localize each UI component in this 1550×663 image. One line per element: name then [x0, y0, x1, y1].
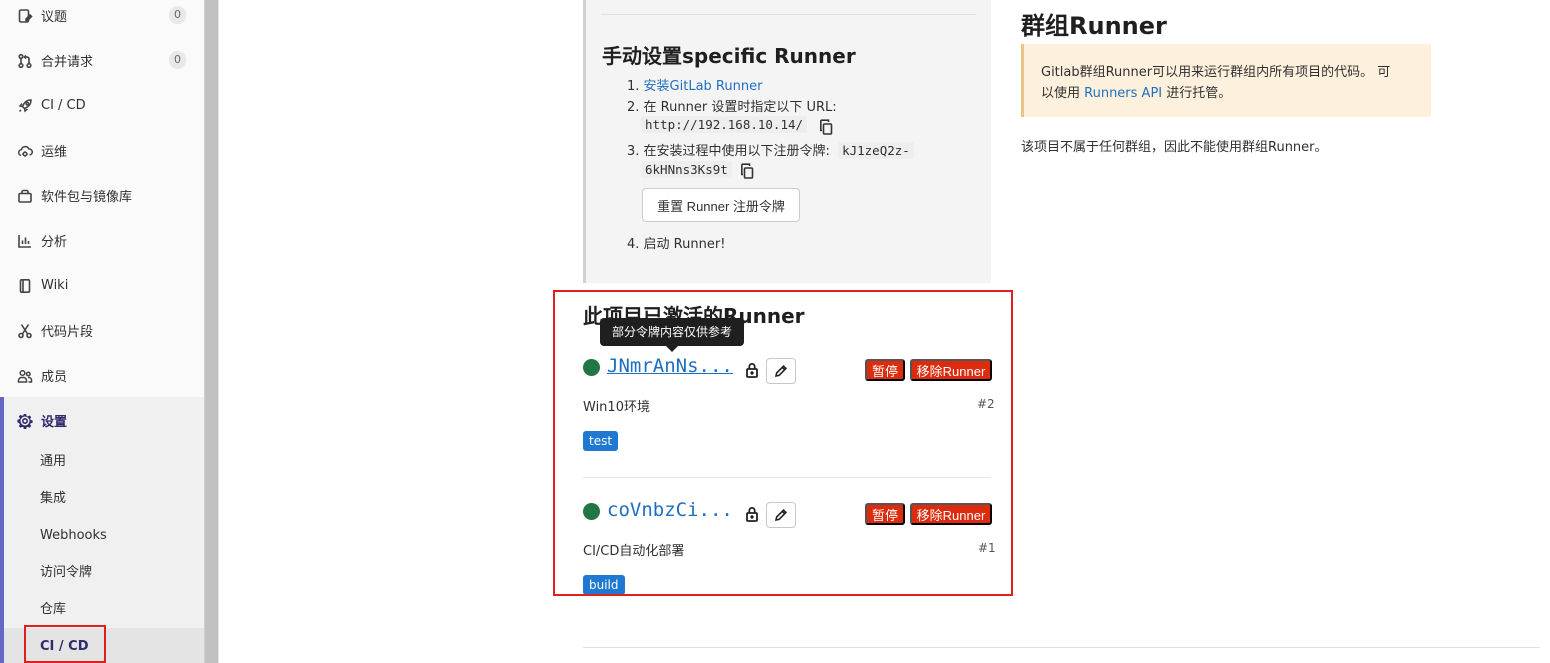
step-2-text: 在 Runner 设置时指定以下 URL:: [643, 100, 837, 115]
registration-token-row: 6kHNns3Ks9t: [641, 161, 732, 178]
runner-url: http://192.168.10.14/: [641, 116, 808, 133]
runner-url-row: http://192.168.10.14/: [641, 116, 808, 133]
cloud-gear-icon: [16, 142, 34, 160]
merge-requests-count-badge: 0: [169, 51, 186, 69]
highlight-box-active-runners: [553, 290, 1013, 596]
notice-text-prefix: 以使用: [1041, 86, 1085, 101]
highlight-box-ci-cd: [24, 625, 106, 663]
sidebar-item-label: 运维: [41, 145, 68, 160]
package-icon: [16, 187, 34, 205]
sidebar-item-label: 设置: [41, 415, 68, 430]
group-runner-title: 群组Runner: [1021, 12, 1167, 40]
step-number: 2.: [627, 100, 640, 115]
sidebar-item-packages[interactable]: 软件包与镜像库: [0, 173, 204, 218]
registration-token-part1: kJ1zeQ2z-: [838, 142, 914, 159]
sidebar-item-members[interactable]: 成员: [0, 353, 204, 398]
notice-line-1: Gitlab群组Runner可以用来运行群组内所有项目的代码。 可: [1041, 65, 1391, 80]
sidebar-item-analytics[interactable]: 分析: [0, 218, 204, 263]
group-runner-note: 该项目不属于任何群组，因此不能使用群组Runner。: [1021, 140, 1328, 155]
sidebar-item-label: 代码片段: [41, 325, 94, 340]
settings-sub-webhooks[interactable]: Webhooks: [40, 526, 107, 546]
sidebar-item-issues[interactable]: 议题 0: [0, 0, 204, 38]
notice-text-suffix: 进行托管。: [1162, 86, 1232, 101]
gear-icon: [16, 412, 34, 430]
sidebar-item-label: Wiki: [41, 278, 69, 293]
registration-token-part2: 6kHNns3Ks9t: [641, 161, 732, 178]
step-4: 4. 启动 Runner!: [627, 233, 725, 252]
section-divider: [583, 647, 1540, 648]
sidebar-divider: [218, 0, 219, 663]
sidebar-item-ci-cd[interactable]: CI / CD: [0, 83, 204, 128]
step-3-text: 在安装过程中使用以下注册令牌:: [643, 144, 830, 159]
sidebar-item-settings[interactable]: 设置: [0, 398, 204, 443]
settings-sub-general[interactable]: 通用: [40, 452, 66, 472]
sidebar-item-merge-requests[interactable]: 合并请求 0: [0, 38, 204, 83]
settings-sub-integrations[interactable]: 集成: [40, 489, 66, 509]
step-number: 4.: [627, 237, 640, 252]
settings-sub-access-tokens[interactable]: 访问令牌: [40, 563, 92, 583]
sidebar-item-label: 分析: [41, 235, 68, 250]
scissors-icon: [16, 322, 34, 340]
manual-setup-title: 手动设置specific Runner: [602, 44, 856, 68]
chart-icon: [16, 232, 34, 250]
notice-line-2: 以使用 Runners API 进行托管。: [1041, 83, 1415, 104]
sidebar-item-wiki[interactable]: Wiki: [0, 263, 204, 308]
settings-sub-repository[interactable]: 仓库: [40, 600, 66, 620]
sidebar-scrollbar[interactable]: [204, 0, 218, 663]
reset-registration-token-button[interactable]: 重置 Runner 注册令牌: [642, 188, 800, 222]
book-icon: [16, 277, 34, 295]
issues-count-badge: 0: [169, 6, 186, 24]
sidebar-item-label: 成员: [41, 370, 68, 385]
rocket-icon: [16, 97, 34, 115]
sidebar-item-snippets[interactable]: 代码片段: [0, 308, 204, 353]
issues-icon: [16, 7, 34, 25]
step-1: 1. 安装GitLab Runner: [627, 75, 762, 94]
sidebar-item-label: 合并请求: [41, 55, 94, 70]
step-3: 3. 在安装过程中使用以下注册令牌: kJ1zeQ2z-: [627, 140, 914, 159]
sidebar: 议题 0 合并请求 0 CI / CD 运维 软件包与镜像库 分析 Wiki 代…: [0, 0, 204, 663]
copy-token-icon[interactable]: [740, 163, 754, 179]
step-4-text: 启动 Runner!: [643, 237, 726, 252]
sidebar-item-label: 软件包与镜像库: [41, 190, 133, 205]
group-runner-notice: Gitlab群组Runner可以用来运行群组内所有项目的代码。 可 以使用 Ru…: [1021, 44, 1431, 117]
sidebar-item-label: CI / CD: [41, 98, 86, 113]
runners-api-link[interactable]: Runners API: [1084, 86, 1162, 101]
merge-request-icon: [16, 52, 34, 70]
step-number: 3.: [627, 144, 640, 159]
install-runner-link[interactable]: 安装GitLab Runner: [644, 79, 763, 94]
setup-divider: [601, 14, 976, 15]
copy-url-icon[interactable]: [819, 119, 833, 135]
users-icon: [16, 367, 34, 385]
sidebar-item-label: 议题: [41, 10, 68, 25]
step-number: 1.: [627, 79, 640, 94]
step-2: 2. 在 Runner 设置时指定以下 URL:: [627, 96, 837, 115]
sidebar-item-operations[interactable]: 运维: [0, 128, 204, 173]
